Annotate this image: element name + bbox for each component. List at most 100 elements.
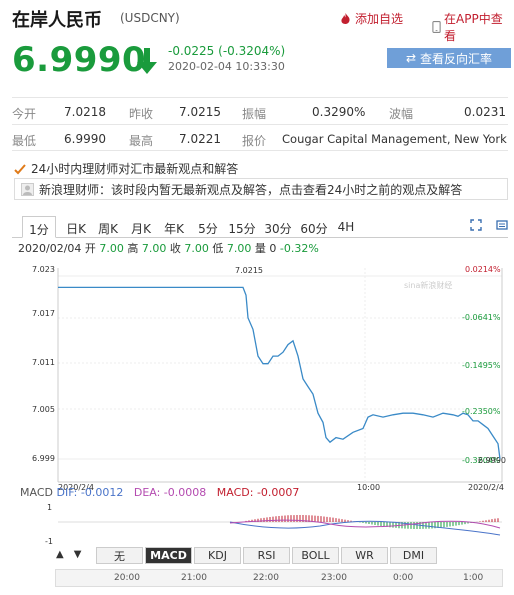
quote-high: 7.00 (141, 242, 167, 255)
timebar-tick: 0:00 (393, 573, 414, 583)
tab-60min[interactable]: 60分 (298, 216, 330, 238)
quote-high-label: 高 (127, 242, 139, 255)
y-tick: 7.023 (32, 265, 55, 274)
stats-row: 今开 7.0218 昨收 7.0215 振幅 0.3290% 波幅 0.0231 (12, 97, 508, 124)
quote-date: 2020/02/04 (18, 242, 82, 255)
macd-tick: -1 (45, 537, 53, 546)
ohlc-line: 2020/02/04 开 7.00 高 7.00 收 7.00 低 7.00 量… (18, 240, 319, 256)
price-change: -0.0225 (-0.3204%) (168, 44, 286, 58)
tab-day[interactable]: 日K (62, 216, 90, 238)
open-label: 今开 (12, 107, 37, 121)
high-label: 最高 (129, 134, 154, 148)
y-tick: 6.999 (32, 454, 55, 463)
y-tick: 7.017 (32, 309, 55, 318)
tab-month[interactable]: 月K (127, 216, 155, 238)
volatility-label: 波幅 (389, 107, 414, 121)
down-arrow-icon (137, 48, 157, 74)
indicator-none[interactable]: 无 (96, 547, 143, 564)
stats-table: 今开 7.0218 昨收 7.0215 振幅 0.3290% 波幅 0.0231… (12, 97, 508, 151)
indicator-tabs: 无 MACD KDJ RSI BOLL WR DMI (96, 547, 439, 564)
y-tick: 7.011 (32, 358, 55, 367)
tab-week[interactable]: 周K (94, 216, 122, 238)
period-tabs: 1分 日K 周K 月K 年K 5分 15分 30分 60分 4H (12, 216, 508, 238)
settings-icon[interactable] (496, 219, 508, 231)
quote-close-label: 收 (169, 242, 181, 255)
indicator-kdj[interactable]: KDJ (194, 547, 241, 564)
price-point-label: 7.0215 (235, 266, 263, 275)
fullscreen-icon[interactable] (470, 219, 482, 231)
time-scrollbar[interactable]: 20:00 21:00 22:00 23:00 0:00 1:00 (55, 569, 503, 587)
tab-year[interactable]: 年K (160, 216, 188, 238)
timebar-tick: 21:00 (181, 573, 207, 583)
tab-15min[interactable]: 15分 (226, 216, 258, 238)
tab-30min[interactable]: 30分 (262, 216, 294, 238)
indicator-boll[interactable]: BOLL (292, 547, 339, 564)
quote-source: Cougar Capital Management, New York (282, 132, 507, 146)
pct-tick: -0.1495% (462, 361, 501, 370)
news-heading[interactable]: 24小时内理财师对汇市最新观点和解答 (14, 160, 238, 177)
prev-close-value: 7.0215 (179, 105, 221, 119)
indicator-rsi[interactable]: RSI (243, 547, 290, 564)
page-title: 在岸人民币 (12, 10, 102, 31)
add-watchlist-label: 添加自选 (355, 12, 404, 26)
stats-row: 最低 6.9990 最高 7.0221 报价 Cougar Capital Ma… (12, 124, 508, 151)
indicator-dmi[interactable]: DMI (390, 547, 437, 564)
swap-icon: ⇄ (405, 51, 417, 65)
low-label: 最低 (12, 134, 37, 148)
next-arrow-icon[interactable]: ▼ (74, 549, 82, 560)
price-series-line (58, 286, 501, 460)
price-timestamp: 2020-02-04 10:33:30 (168, 60, 285, 73)
intraday-chart[interactable]: 7.023 7.017 7.011 7.005 6.999 0.0214% -0… (0, 256, 514, 496)
quote-open: 7.00 (99, 242, 124, 255)
x-tick: 2020/2/4 (468, 483, 504, 492)
watermark: sina新浪财经 (404, 280, 452, 290)
header: 在岸人民币 (USDCNY) 添加自选 在APP中查看 (12, 6, 508, 43)
timebar-tick: 22:00 (253, 573, 279, 583)
pct-tick: 0.0214% (465, 265, 501, 274)
open-value: 7.0218 (64, 105, 106, 119)
view-in-app-link[interactable]: 在APP中查看 (432, 10, 508, 44)
macd-chart[interactable]: 1 -1 (0, 496, 514, 546)
current-price: 6.9990 (12, 40, 147, 80)
reverse-rate-label: 查看反向汇率 (420, 51, 493, 66)
high-value: 7.0221 (179, 132, 221, 146)
prev-arrow-icon[interactable]: ▲ (56, 549, 64, 560)
news-message[interactable]: 新浪理财师：该时段内暂无最新观点及解答，点击查看24小时之前的观点及解答 (14, 178, 508, 200)
y-tick: 7.005 (32, 405, 55, 414)
quote-low-label: 低 (212, 242, 224, 255)
timebar-tick: 20:00 (114, 573, 140, 583)
macd-tick: 1 (47, 503, 52, 512)
indicator-wr[interactable]: WR (341, 547, 388, 564)
view-in-app-label: 在APP中查看 (444, 12, 503, 43)
indicator-macd[interactable]: MACD (145, 547, 192, 564)
low-value: 6.9990 (64, 132, 106, 146)
quote-volume: 0 (269, 242, 277, 255)
tab-5min[interactable]: 5分 (195, 216, 221, 238)
timebar-tick: 23:00 (321, 573, 347, 583)
avatar-icon (21, 182, 34, 196)
tab-1min[interactable]: 1分 (22, 216, 56, 238)
quote-low: 7.00 (226, 242, 252, 255)
last-point-label: 6.9990 (478, 456, 506, 465)
chart-tools (470, 219, 508, 231)
quote-label: 报价 (242, 134, 267, 148)
quote-volume-label: 量 (254, 242, 266, 255)
reverse-rate-button[interactable]: ⇄ 查看反向汇率 (387, 48, 511, 68)
add-watchlist-link[interactable]: 添加自选 (339, 10, 403, 27)
indicator-nav: ▲ ▼ (56, 549, 81, 560)
price-row: 6.9990 -0.0225 (-0.3204%) 2020-02-04 10:… (12, 40, 511, 86)
amplitude-label: 振幅 (242, 107, 267, 121)
x-tick: 10:00 (357, 483, 380, 492)
currency-code: (USDCNY) (120, 11, 180, 25)
phone-icon (432, 21, 441, 33)
quote-pct: -0.32% (279, 242, 319, 255)
tab-4h[interactable]: 4H (335, 216, 357, 238)
news-heading-text: 24小时内理财师对汇市最新观点和解答 (31, 162, 239, 176)
fire-icon (341, 13, 350, 24)
prev-close-label: 昨收 (129, 107, 154, 121)
amplitude-value: 0.3290% (312, 105, 366, 119)
timebar-tick: 1:00 (463, 573, 484, 583)
check-icon (14, 163, 26, 174)
volatility-value: 0.0231 (464, 105, 506, 119)
news-message-text: 新浪理财师：该时段内暂无最新观点及解答，点击查看24小时之前的观点及解答 (39, 182, 463, 197)
